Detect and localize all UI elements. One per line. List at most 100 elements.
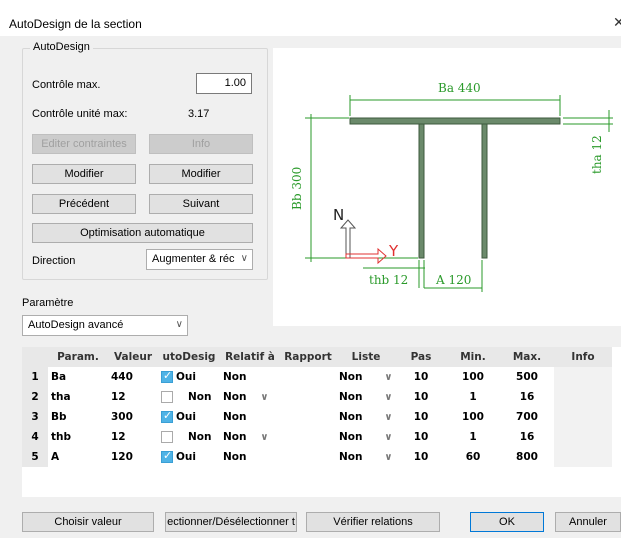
chevron-down-icon[interactable]: ∨ bbox=[362, 392, 392, 403]
label-thb: thb 12 bbox=[369, 273, 408, 287]
pas-cell[interactable]: 10 bbox=[396, 407, 446, 427]
modifier-right-button[interactable]: Modifier bbox=[149, 164, 253, 184]
relatif-cell[interactable]: Non bbox=[220, 407, 280, 427]
checkbox-unchecked-icon[interactable] bbox=[161, 431, 173, 443]
valeur-cell[interactable]: 12 bbox=[108, 387, 158, 407]
max-cell[interactable]: 700 bbox=[500, 407, 554, 427]
col-header-min[interactable]: Min. bbox=[446, 347, 500, 367]
rapport-cell[interactable] bbox=[280, 367, 336, 387]
verifier-relations-button[interactable]: Vérifier relations bbox=[306, 512, 440, 532]
relatif-cell[interactable]: Non ∨ bbox=[220, 427, 280, 447]
max-cell[interactable]: 16 bbox=[500, 427, 554, 447]
autodesign-cell[interactable]: Non bbox=[158, 427, 220, 447]
col-header-max[interactable]: Max. bbox=[500, 347, 554, 367]
editer-contraintes-button[interactable]: Editer contraintes bbox=[32, 134, 136, 154]
direction-label: Direction bbox=[32, 255, 76, 267]
relatif-cell[interactable]: Non bbox=[220, 367, 280, 387]
chevron-down-icon[interactable]: ∨ bbox=[246, 392, 268, 403]
pas-cell[interactable]: 10 bbox=[396, 427, 446, 447]
parameter-grid: Param. Valeur utoDesig Relatif à Rapport… bbox=[22, 347, 621, 497]
liste-cell[interactable]: Non ∨ bbox=[336, 407, 396, 427]
checkbox-unchecked-icon[interactable] bbox=[161, 391, 173, 403]
rapport-cell[interactable] bbox=[280, 407, 336, 427]
max-cell[interactable]: 800 bbox=[500, 447, 554, 467]
pas-cell[interactable]: 10 bbox=[396, 447, 446, 467]
chevron-down-icon[interactable]: ∨ bbox=[362, 372, 392, 383]
param-cell: tha bbox=[51, 391, 71, 403]
table-row[interactable]: 1 Ba 440 Oui Non Non∨ 10 100 500 bbox=[22, 367, 612, 387]
col-header-autodesign[interactable]: utoDesig bbox=[158, 347, 220, 367]
min-cell[interactable]: 60 bbox=[446, 447, 500, 467]
optimisation-button[interactable]: Optimisation automatique bbox=[32, 223, 253, 243]
min-cell[interactable]: 100 bbox=[446, 407, 500, 427]
liste-cell[interactable]: Non ∨ bbox=[336, 387, 396, 407]
checkbox-checked-icon[interactable] bbox=[161, 369, 173, 383]
col-header-liste[interactable]: Liste bbox=[336, 347, 396, 367]
table-row[interactable]: 4 thb 12 Non Non ∨ Non ∨ 10 1 16 bbox=[22, 427, 612, 447]
info-cell bbox=[554, 407, 612, 427]
annuler-button[interactable]: Annuler bbox=[555, 512, 621, 532]
valeur-cell[interactable]: 12 bbox=[108, 427, 158, 447]
relatif-value: Non bbox=[223, 451, 247, 463]
table-row[interactable]: 5 A 120 Oui Non Non∨ 10 60 800 bbox=[22, 447, 612, 467]
col-header-relatif[interactable]: Relatif à bbox=[220, 347, 280, 367]
col-header-param[interactable]: Param. bbox=[48, 347, 108, 367]
rapport-cell[interactable] bbox=[280, 427, 336, 447]
col-header-pas[interactable]: Pas bbox=[396, 347, 446, 367]
checkbox-checked-icon[interactable] bbox=[161, 449, 173, 463]
row-number: 1 bbox=[22, 367, 48, 387]
label-tha: tha 12 bbox=[590, 135, 604, 174]
chevron-down-icon[interactable]: ∨ bbox=[362, 432, 392, 443]
min-cell[interactable]: 1 bbox=[446, 427, 500, 447]
suivant-button[interactable]: Suivant bbox=[149, 194, 253, 214]
valeur-cell[interactable]: 440 bbox=[108, 367, 158, 387]
min-cell[interactable]: 1 bbox=[446, 387, 500, 407]
autodesign-value: Oui bbox=[176, 451, 197, 463]
checkbox-checked-icon[interactable] bbox=[161, 409, 173, 423]
pas-cell[interactable]: 10 bbox=[396, 367, 446, 387]
chevron-down-icon[interactable]: ∨ bbox=[362, 412, 392, 423]
col-header-rapport[interactable]: Rapport bbox=[280, 347, 336, 367]
col-header bbox=[22, 347, 48, 367]
autodesign-value: Non bbox=[188, 431, 212, 443]
col-header-valeur[interactable]: Valeur bbox=[108, 347, 158, 367]
autodesign-cell[interactable]: Oui bbox=[158, 447, 220, 467]
max-cell[interactable]: 500 bbox=[500, 367, 554, 387]
close-icon[interactable]: ✕ bbox=[613, 14, 621, 31]
rapport-cell[interactable] bbox=[280, 447, 336, 467]
controle-max-input[interactable]: 1.00 bbox=[196, 73, 252, 94]
flange-top bbox=[349, 117, 561, 125]
min-cell[interactable]: 100 bbox=[446, 367, 500, 387]
autodesign-cell[interactable]: Oui bbox=[158, 407, 220, 427]
rapport-cell[interactable] bbox=[280, 387, 336, 407]
liste-cell[interactable]: Non ∨ bbox=[336, 367, 396, 387]
max-cell[interactable]: 16 bbox=[500, 387, 554, 407]
ok-button[interactable]: OK bbox=[470, 512, 544, 532]
table-row[interactable]: 3 Bb 300 Oui Non Non∨ 10 100 700 bbox=[22, 407, 612, 427]
parametre-value: AutoDesign avancé bbox=[28, 319, 124, 331]
table-row[interactable]: 2 tha 12 Non Non ∨ Non ∨ 10 1 16 bbox=[22, 387, 612, 407]
precedent-button[interactable]: Précédent bbox=[32, 194, 136, 214]
parametre-select[interactable]: AutoDesign avancé ∨ bbox=[22, 315, 188, 336]
selectionner-button[interactable]: ectionner/Désélectionner t bbox=[165, 512, 297, 532]
chevron-down-icon[interactable]: ∨ bbox=[246, 432, 268, 443]
autodesign-cell[interactable]: Oui bbox=[158, 367, 220, 387]
direction-select[interactable]: Augmenter & réc ∨ bbox=[146, 249, 253, 270]
liste-cell[interactable]: Non ∨ bbox=[336, 427, 396, 447]
col-header-info[interactable]: Info bbox=[554, 347, 612, 367]
relatif-cell[interactable]: Non bbox=[220, 447, 280, 467]
choisir-valeur-button[interactable]: Choisir valeur bbox=[22, 512, 154, 532]
valeur-cell[interactable]: 300 bbox=[108, 407, 158, 427]
modifier-left-button[interactable]: Modifier bbox=[32, 164, 136, 184]
pas-cell[interactable]: 10 bbox=[396, 387, 446, 407]
info-button[interactable]: Info bbox=[149, 134, 253, 154]
liste-value: Non bbox=[339, 451, 363, 463]
grid-header-row: Param. Valeur utoDesig Relatif à Rapport… bbox=[22, 347, 612, 367]
valeur-cell[interactable]: 120 bbox=[108, 447, 158, 467]
web-right bbox=[481, 123, 488, 259]
chevron-down-icon[interactable]: ∨ bbox=[362, 452, 392, 463]
relatif-cell[interactable]: Non ∨ bbox=[220, 387, 280, 407]
label-ba: Ba 440 bbox=[438, 81, 481, 95]
autodesign-cell[interactable]: Non bbox=[158, 387, 220, 407]
liste-cell[interactable]: Non ∨ bbox=[336, 447, 396, 467]
